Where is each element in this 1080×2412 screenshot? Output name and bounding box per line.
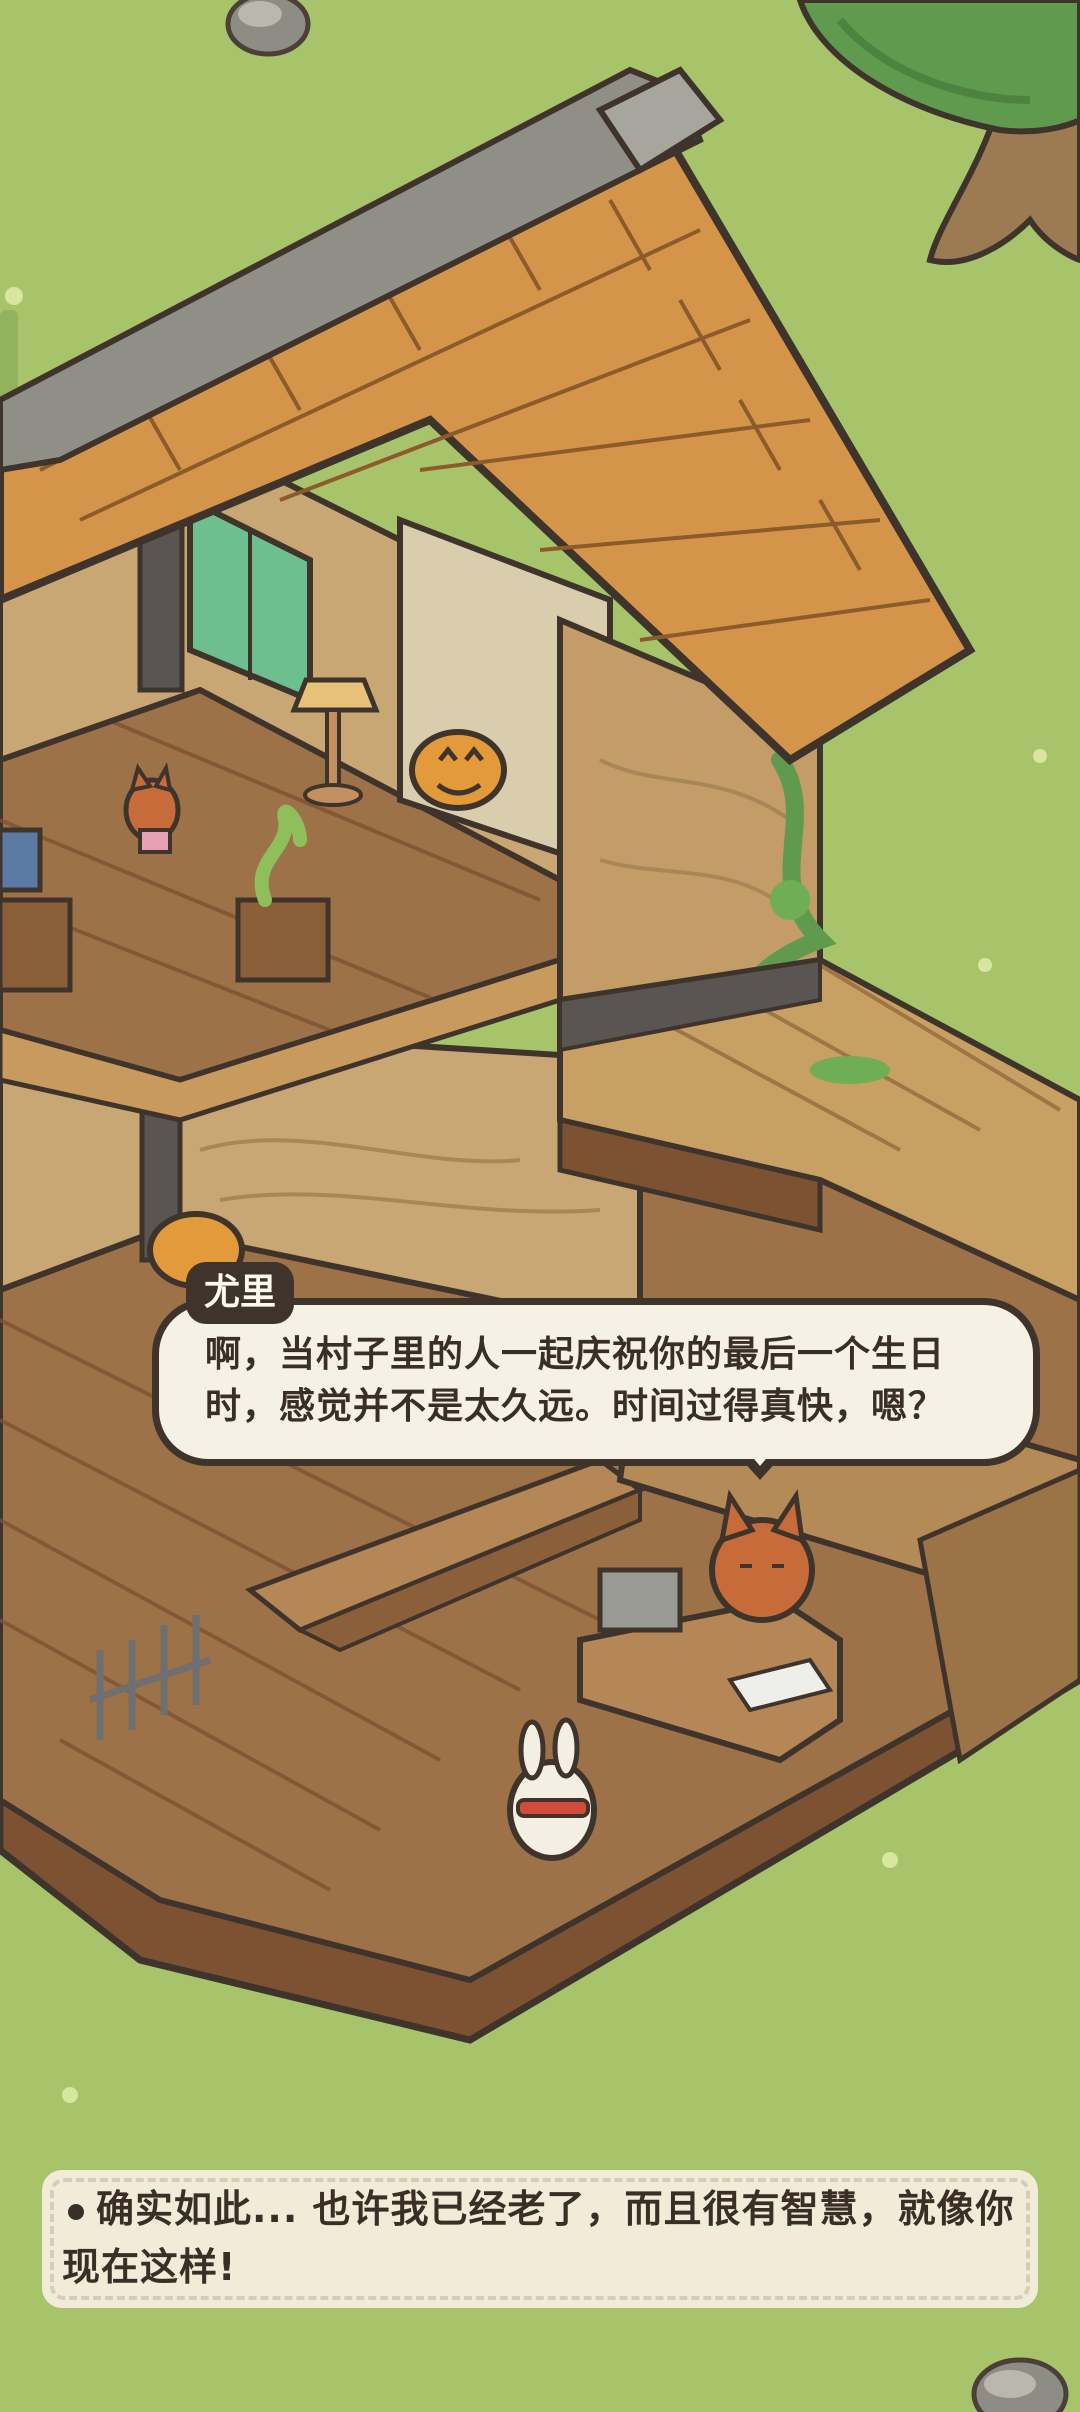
game-scene[interactable] [0,0,1080,2412]
speaker-name-tag: 尤里 [186,1262,295,1324]
bubble-tail [742,1453,778,1480]
pumpkin-lantern [409,729,507,811]
choice-text: 确实如此... 也许我已经老了，而且很有智慧，就像你现在这样! [62,2187,1015,2289]
response-choice-button[interactable]: 确实如此... 也许我已经老了，而且很有智慧，就像你现在这样! [42,2170,1038,2308]
dialogue-bubble[interactable]: 啊，当村子里的人一起庆祝你的最后一个生日时，感觉并不是太久远。时间过得真快，嗯？ [152,1298,1040,1466]
rock-top [225,0,311,57]
rock-bottom [971,2357,1069,2412]
dialogue-text: 啊，当村子里的人一起庆祝你的最后一个生日时，感觉并不是太久远。时间过得真快，嗯？ [205,1334,946,1427]
game-screen: 啊，当村子里的人一起庆祝你的最后一个生日时，感觉并不是太久远。时间过得真快，嗯？… [0,0,1080,2412]
